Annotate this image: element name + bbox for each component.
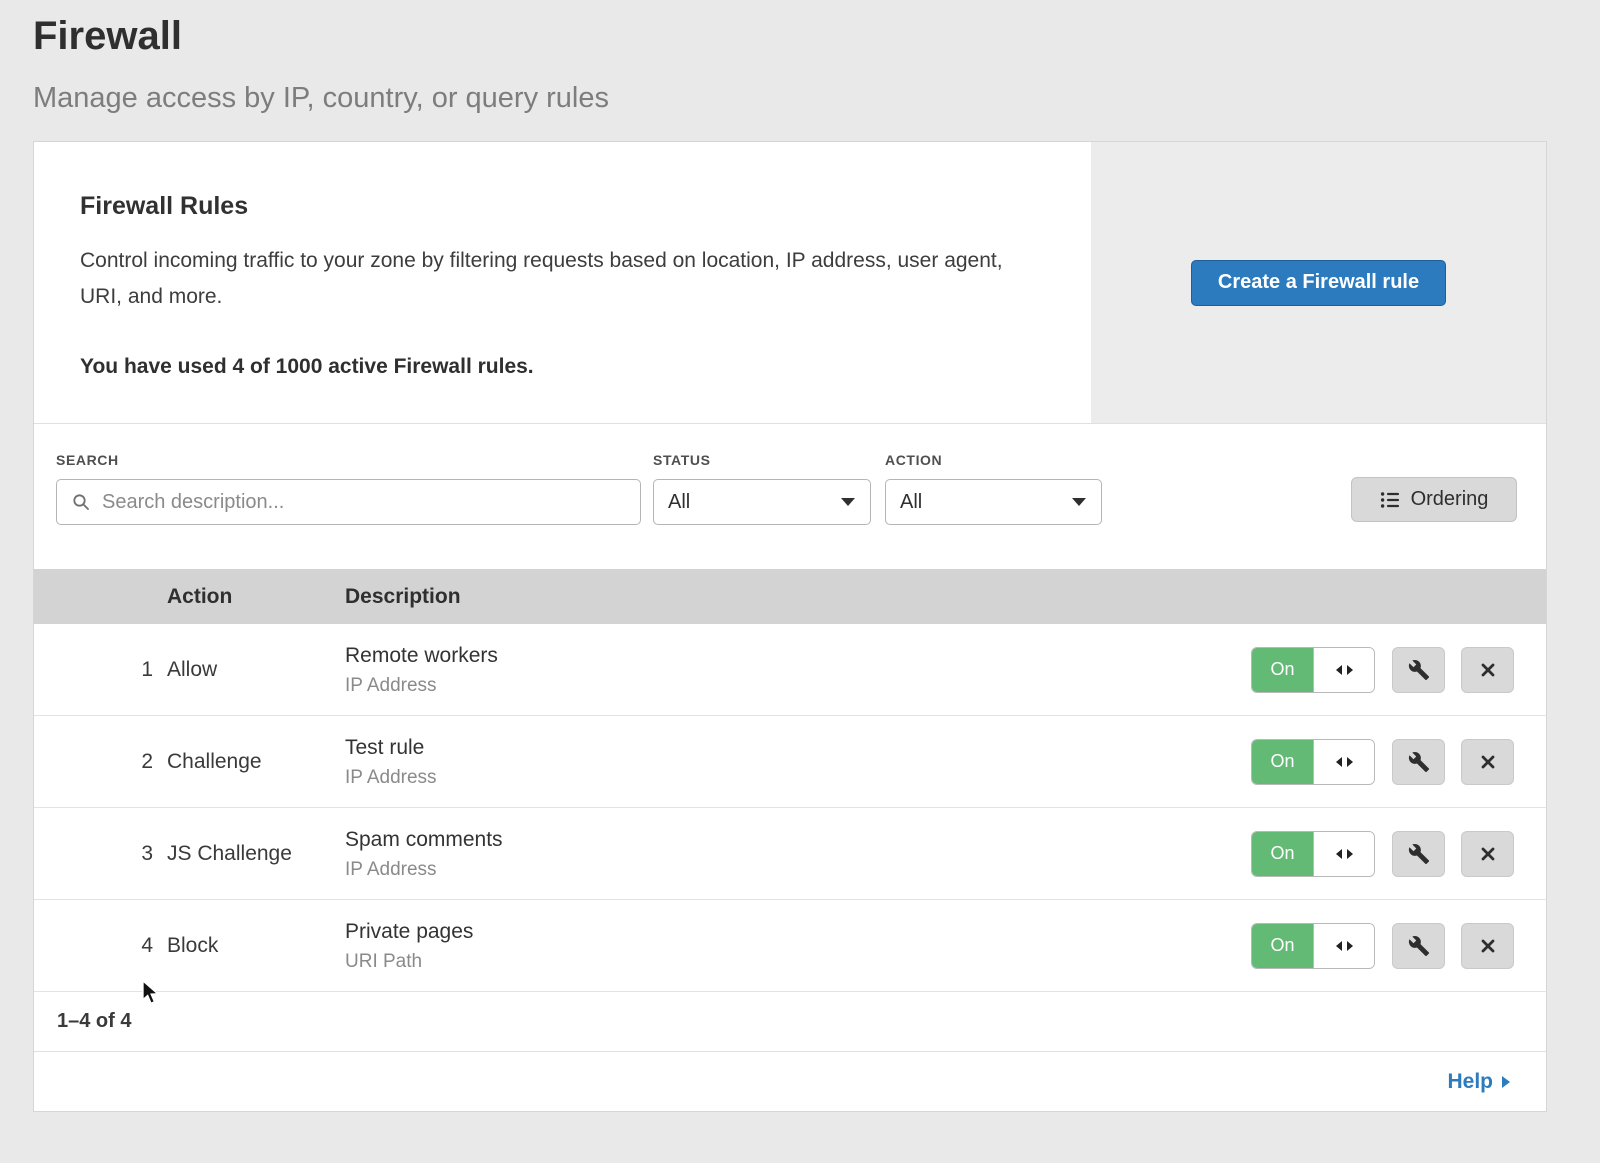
card-description: Control incoming traffic to your zone by…	[80, 243, 1031, 315]
status-label: STATUS	[653, 452, 871, 468]
rule-enabled-toggle[interactable]: On	[1251, 647, 1375, 693]
firewall-rules-card: Firewall Rules Control incoming traffic …	[33, 141, 1547, 1112]
rule-enabled-toggle[interactable]: On	[1251, 831, 1375, 877]
edit-rule-button[interactable]	[1392, 739, 1445, 785]
rule-description: Spam comments	[345, 826, 1206, 854]
rule-priority: 2	[34, 750, 167, 774]
action-select-value: All	[900, 491, 922, 514]
toggle-on-label: On	[1252, 924, 1313, 968]
card-action-panel: Create a Firewall rule	[1091, 142, 1546, 423]
status-select[interactable]: All	[653, 479, 871, 525]
rule-description-cell: Private pages URI Path	[345, 918, 1206, 972]
rule-controls: On	[1206, 739, 1546, 785]
rule-description-cell: Spam comments IP Address	[345, 826, 1206, 880]
close-icon	[1478, 660, 1498, 680]
search-box	[56, 479, 641, 525]
delete-rule-button[interactable]	[1461, 739, 1514, 785]
card-top-section: Firewall Rules Control incoming traffic …	[34, 142, 1546, 424]
card-footer: Help	[34, 1052, 1546, 1111]
rule-description: Private pages	[345, 918, 1206, 946]
close-icon	[1478, 844, 1498, 864]
rule-priority: 3	[34, 842, 167, 866]
help-link[interactable]: Help	[1447, 1070, 1510, 1094]
action-select[interactable]: All	[885, 479, 1102, 525]
close-icon	[1478, 936, 1498, 956]
ordering-list-icon	[1380, 490, 1400, 510]
close-icon	[1478, 752, 1498, 772]
search-icon	[71, 492, 91, 512]
triangle-right-icon	[1502, 1076, 1510, 1088]
rule-controls: On	[1206, 831, 1546, 877]
chevron-down-icon	[1072, 498, 1086, 506]
page-subtitle: Manage access by IP, country, or query r…	[33, 82, 1567, 115]
action-label: ACTION	[885, 452, 1102, 468]
search-input[interactable]	[100, 490, 628, 515]
table-row: 4 Block Private pages URI Path On	[34, 900, 1546, 992]
rule-match-type: IP Address	[345, 859, 1206, 881]
status-select-value: All	[668, 491, 690, 514]
rule-action: Allow	[167, 658, 345, 682]
wrench-icon	[1408, 935, 1430, 957]
chevron-down-icon	[841, 498, 855, 506]
search-label: SEARCH	[56, 452, 641, 468]
rule-enabled-toggle[interactable]: On	[1251, 923, 1375, 969]
table-row: 1 Allow Remote workers IP Address On	[34, 624, 1546, 716]
rule-description: Test rule	[345, 734, 1206, 762]
toggle-on-label: On	[1252, 740, 1313, 784]
rule-action: JS Challenge	[167, 842, 345, 866]
filters-bar: SEARCH STATUS All ACTION	[34, 424, 1546, 569]
rule-priority: 4	[34, 934, 167, 958]
rule-action: Block	[167, 934, 345, 958]
column-header-action: Action	[167, 585, 345, 609]
edit-rule-button[interactable]	[1392, 923, 1445, 969]
rule-match-type: URI Path	[345, 951, 1206, 973]
toggle-on-label: On	[1252, 832, 1313, 876]
ordering-button[interactable]: Ordering	[1351, 477, 1517, 522]
status-filter: STATUS All	[653, 452, 871, 525]
rule-controls: On	[1206, 923, 1546, 969]
delete-rule-button[interactable]	[1461, 831, 1514, 877]
rule-match-type: IP Address	[345, 767, 1206, 789]
ordering-button-label: Ordering	[1411, 488, 1489, 511]
toggle-on-label: On	[1252, 648, 1313, 692]
rule-description: Remote workers	[345, 642, 1206, 670]
wrench-icon	[1408, 751, 1430, 773]
toggle-handle-icon	[1313, 924, 1374, 968]
table-row: 3 JS Challenge Spam comments IP Address …	[34, 808, 1546, 900]
toggle-handle-icon	[1313, 832, 1374, 876]
toggle-handle-icon	[1313, 648, 1374, 692]
rule-priority: 1	[34, 658, 167, 682]
help-link-label: Help	[1447, 1070, 1493, 1094]
rule-action: Challenge	[167, 750, 345, 774]
toggle-handle-icon	[1313, 740, 1374, 784]
delete-rule-button[interactable]	[1461, 923, 1514, 969]
rule-description-cell: Remote workers IP Address	[345, 642, 1206, 696]
create-firewall-rule-button[interactable]: Create a Firewall rule	[1191, 260, 1446, 306]
column-header-description: Description	[345, 585, 1206, 609]
rule-match-type: IP Address	[345, 675, 1206, 697]
rules-usage-text: You have used 4 of 1000 active Firewall …	[80, 355, 1031, 379]
card-intro: Firewall Rules Control incoming traffic …	[34, 142, 1091, 423]
rule-enabled-toggle[interactable]: On	[1251, 739, 1375, 785]
action-filter: ACTION All	[885, 452, 1102, 525]
card-heading: Firewall Rules	[80, 192, 1031, 221]
rule-description-cell: Test rule IP Address	[345, 734, 1206, 788]
page-title: Firewall	[33, 12, 1567, 60]
wrench-icon	[1408, 843, 1430, 865]
edit-rule-button[interactable]	[1392, 831, 1445, 877]
pagination-summary: 1–4 of 4	[57, 1010, 131, 1033]
edit-rule-button[interactable]	[1392, 647, 1445, 693]
table-row: 2 Challenge Test rule IP Address On	[34, 716, 1546, 808]
delete-rule-button[interactable]	[1461, 647, 1514, 693]
table-header: Action Description	[34, 569, 1546, 624]
wrench-icon	[1408, 659, 1430, 681]
search-filter: SEARCH	[56, 452, 641, 525]
page-header: Firewall Manage access by IP, country, o…	[0, 0, 1600, 115]
rule-controls: On	[1206, 647, 1546, 693]
firewall-page: Firewall Manage access by IP, country, o…	[0, 0, 1600, 1163]
pagination-row: 1–4 of 4	[34, 992, 1546, 1052]
